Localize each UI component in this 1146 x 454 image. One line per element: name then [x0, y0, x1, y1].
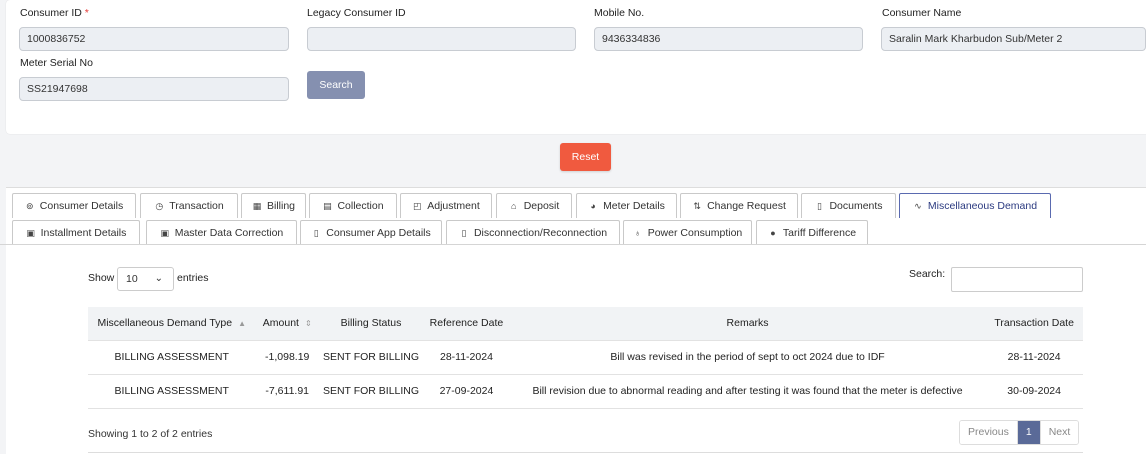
show-label: Show: [88, 272, 115, 284]
tab-billing[interactable]: ▦ Billing: [241, 193, 306, 218]
reset-button[interactable]: Reset: [560, 143, 611, 171]
table-search-label: Search:: [909, 268, 946, 280]
meter-serial-input[interactable]: SS21947698: [19, 77, 289, 101]
list-icon: ▤: [323, 200, 332, 211]
table-row: BILLING ASSESSMENT -1,098.19 SENT FOR BI…: [88, 339, 1083, 374]
cell-billing-status: SENT FOR BILLING: [318, 339, 424, 374]
mobile-input[interactable]: 9436334836: [594, 27, 863, 51]
target-icon: ⊚: [25, 200, 34, 211]
sort-icon: ⇕: [304, 319, 312, 329]
consumer-name-input[interactable]: Saralin Mark Kharbudon Sub/Meter 2: [881, 27, 1146, 51]
document-icon: ▯: [816, 200, 822, 211]
cell-amount: -7,611.91: [255, 373, 319, 409]
pulse-icon: ∿: [914, 200, 922, 211]
search-button[interactable]: Search: [307, 71, 365, 99]
cell-demand-type: BILLING ASSESSMENT: [88, 373, 256, 409]
next-page-button[interactable]: Next: [1039, 421, 1079, 444]
consumer-id-label: Consumer ID *: [20, 7, 89, 19]
legacy-consumer-id-label: Legacy Consumer ID: [307, 7, 406, 19]
tab-change-request[interactable]: ⇅ Change Request: [680, 193, 798, 218]
cell-remarks: Bill was revised in the period of sept t…: [509, 339, 986, 374]
tab-collection[interactable]: ▤ Collection: [309, 193, 397, 218]
entries-label: entries: [177, 272, 209, 284]
data-correction-icon: ▣: [160, 227, 169, 238]
installment-icon: ▣: [26, 227, 35, 238]
cell-reference-date: 27-09-2024: [423, 373, 510, 409]
tab-tariff-difference[interactable]: ● Tariff Difference: [756, 220, 868, 245]
dot-icon: ●: [770, 228, 776, 238]
mobile-icon: ▯: [313, 227, 319, 238]
bulb-icon: ♁: [634, 228, 642, 238]
col-header-amount[interactable]: Amount ⇕: [255, 307, 318, 340]
tab-deposit[interactable]: ⌂ Deposit: [496, 193, 572, 218]
meter-serial-label: Meter Serial No: [20, 57, 93, 69]
tab-power-consumption[interactable]: ♁ Power Consumption: [623, 220, 752, 245]
consumer-search-form: Consumer ID * 1000836752 Legacy Consumer…: [6, 0, 1146, 134]
tab-disconnection-reconnection[interactable]: ▯ Disconnection/Reconnection: [446, 220, 620, 245]
table-row: BILLING ASSESSMENT -7,611.91 SENT FOR BI…: [88, 373, 1083, 409]
adjustment-icon: ◰: [412, 200, 422, 211]
tab-master-data-correction[interactable]: ▣ Master Data Correction: [146, 220, 297, 245]
previous-page-button[interactable]: Previous: [960, 421, 1018, 444]
table-search-input[interactable]: [951, 267, 1083, 292]
billing-icon: ▦: [252, 200, 262, 211]
cell-amount: -1,098.19: [255, 339, 319, 374]
cell-transaction-date: 28-11-2024: [985, 339, 1083, 374]
col-header-reference-date[interactable]: Reference Date: [423, 307, 510, 340]
sort-icon: ▲: [238, 319, 247, 329]
swap-icon: ⇅: [693, 200, 701, 211]
col-header-billing-status[interactable]: Billing Status: [319, 307, 423, 340]
cell-billing-status: SENT FOR BILLING: [318, 373, 424, 409]
tab-consumer-details[interactable]: ⊚ Consumer Details: [12, 193, 136, 218]
cell-reference-date: 28-11-2024: [423, 339, 510, 374]
col-header-transaction-date[interactable]: Transaction Date: [985, 307, 1083, 340]
entries-per-page-select[interactable]: 10 ⌄: [117, 267, 174, 291]
chevron-down-icon: ⌄: [154, 273, 163, 284]
entries-value: 10: [126, 273, 138, 285]
col-header-remarks[interactable]: Remarks: [510, 307, 985, 340]
bank-icon: ⌂: [510, 201, 517, 211]
tab-divider: [0, 244, 1146, 245]
consumer-id-input[interactable]: 1000836752: [19, 27, 289, 51]
tab-consumer-app-details[interactable]: ▯ Consumer App Details: [300, 220, 442, 245]
tab-adjustment[interactable]: ◰ Adjustment: [400, 193, 492, 218]
tab-installment-details[interactable]: ▣ Installment Details: [12, 220, 140, 245]
consumer-name-label: Consumer Name: [882, 7, 962, 19]
miscellaneous-demand-table: Miscellaneous Demand Type ▲ Amount ⇕ Billi…: [88, 307, 1083, 409]
gauge-icon: ◕: [590, 201, 596, 211]
legacy-consumer-id-input[interactable]: [307, 27, 576, 51]
footer-divider: [88, 452, 1083, 453]
required-mark: *: [84, 7, 89, 19]
tab-meter-details[interactable]: ◕ Meter Details: [576, 193, 677, 218]
pagination: Previous 1 Next: [959, 420, 1080, 445]
tab-miscellaneous-demand[interactable]: ∿ Miscellaneous Demand: [899, 193, 1051, 218]
col-header-demand-type[interactable]: Miscellaneous Demand Type ▲: [88, 307, 255, 340]
page-1-button[interactable]: 1: [1017, 421, 1040, 444]
cell-remarks: Bill revision due to abnormal reading an…: [509, 373, 986, 409]
showing-entries-text: Showing 1 to 2 of 2 entries: [88, 428, 213, 440]
plug-icon: ▯: [461, 227, 467, 238]
tab-transaction[interactable]: ◷ Transaction: [140, 193, 238, 218]
mobile-label: Mobile No.: [594, 7, 645, 19]
clock-icon: ◷: [155, 200, 164, 211]
table-header-row: Miscellaneous Demand Type ▲ Amount ⇕ Billi…: [88, 307, 1083, 340]
cell-demand-type: BILLING ASSESSMENT: [88, 339, 256, 374]
cell-transaction-date: 30-09-2024: [985, 373, 1083, 409]
tab-documents[interactable]: ▯ Documents: [801, 193, 896, 218]
